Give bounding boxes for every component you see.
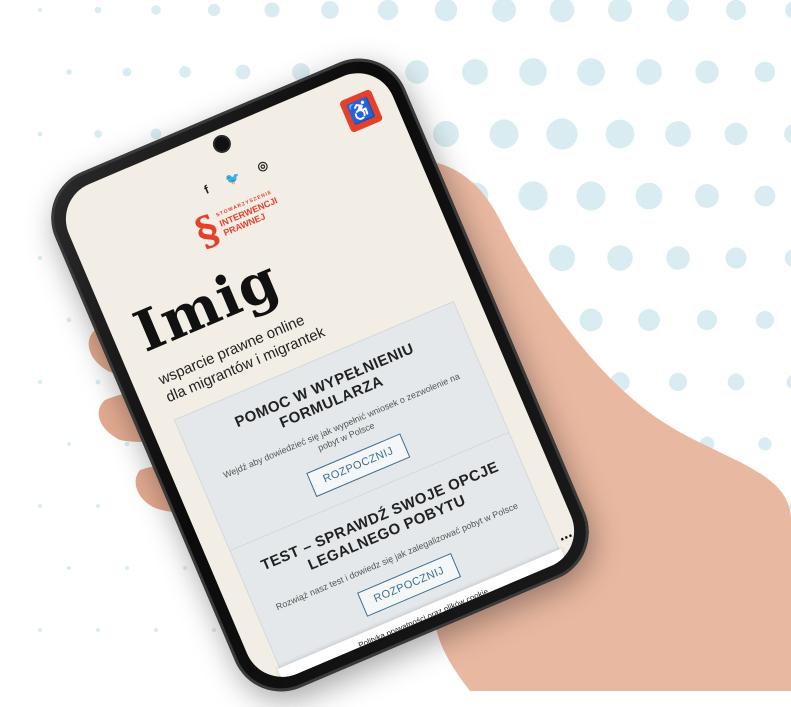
more-icon[interactable]: ...	[556, 524, 575, 546]
facebook-icon[interactable]: f	[202, 182, 211, 196]
logo-text: STOWARZYSZENIE INTERWENCJI PRAWNEJ	[215, 189, 283, 239]
instagram-icon[interactable]: ◎	[255, 157, 270, 174]
twitter-icon[interactable]: 🐦	[223, 169, 242, 188]
camera-notch	[212, 134, 232, 154]
